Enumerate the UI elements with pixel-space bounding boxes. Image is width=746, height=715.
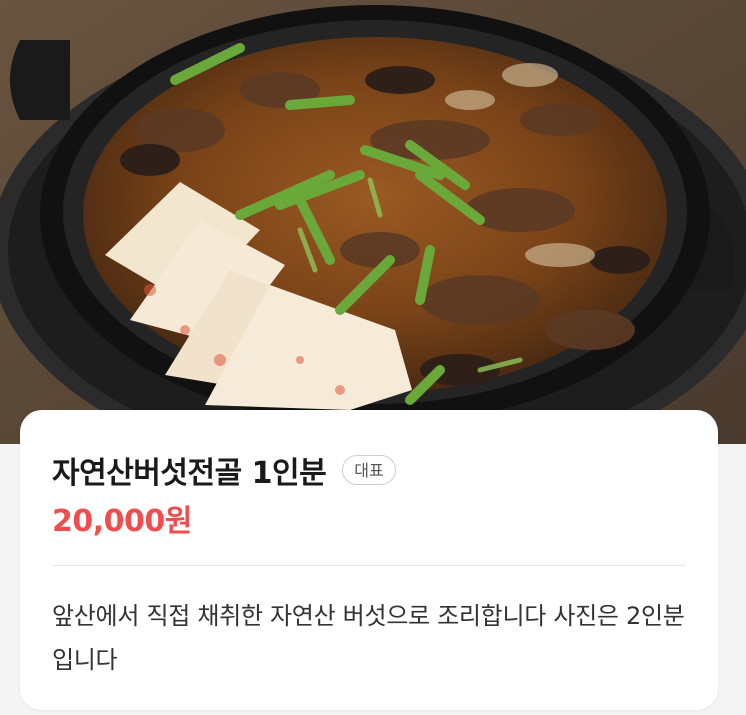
divider	[52, 565, 686, 566]
menu-title: 자연산버섯전골 1인분	[52, 456, 327, 491]
representative-badge: 대표	[342, 455, 396, 485]
menu-description: 앞산에서 직접 채취한 자연산 버섯으로 조리합니다 사진은 2인분입니다	[52, 602, 685, 674]
food-photo	[0, 0, 746, 444]
menu-detail-card: 자연산버섯전골 1인분 대표 20,000원 앞산에서 직접 채취한 자연산 버…	[20, 410, 718, 710]
menu-price: 20,000원	[52, 504, 192, 539]
title-row: 자연산버섯전골 1인분 대표	[52, 448, 396, 492]
